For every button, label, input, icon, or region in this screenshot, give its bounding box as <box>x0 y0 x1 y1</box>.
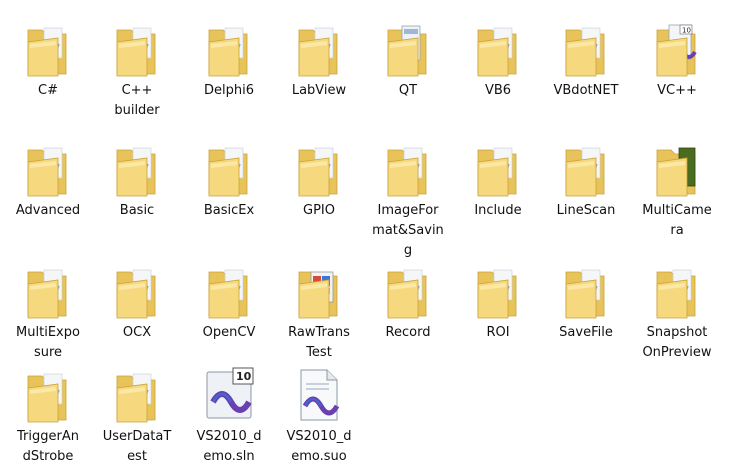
file-item-label: VS2010_d emo.sln <box>196 429 262 464</box>
file-item-label: MultiExpo sure <box>16 325 80 360</box>
file-item-ocx[interactable]: OCX <box>92 262 182 343</box>
file-item-label: Advanced <box>15 203 81 218</box>
folder-icon <box>470 262 526 320</box>
folder-icon <box>109 262 165 320</box>
file-grid: C# C++ builder Delphi6 LabView QT VB6 VB… <box>0 0 750 470</box>
file-item-label: LineScan <box>556 203 616 218</box>
file-item-vbdotnet[interactable]: VBdotNET <box>541 20 631 101</box>
file-item-label: C# <box>38 83 58 98</box>
file-item-triggerandstrobe[interactable]: TriggerAn dStrobe <box>3 366 93 467</box>
file-item-c[interactable]: C# <box>3 20 93 101</box>
file-item-label: VB6 <box>484 83 512 98</box>
folder-icon <box>201 262 257 320</box>
file-item-linescan[interactable]: LineScan <box>541 140 631 221</box>
file-item-label: Snapshot OnPreview <box>642 325 712 360</box>
file-item-label: C++ builder <box>114 83 160 118</box>
svg-text:10: 10 <box>682 27 691 35</box>
folder-icon <box>291 140 347 198</box>
folder-icon <box>109 366 165 424</box>
file-item-include[interactable]: Include <box>453 140 543 221</box>
explorer-file-view: C# C++ builder Delphi6 LabView QT VB6 VB… <box>0 0 750 470</box>
folder-with-green-doc-icon <box>649 140 705 198</box>
file-item-labview[interactable]: LabView <box>274 20 364 101</box>
file-item-userdatatest[interactable]: UserDataT est <box>92 366 182 467</box>
folder-icon <box>291 20 347 78</box>
file-item-rawtranstest[interactable]: RawTrans Test <box>274 262 364 363</box>
file-item-vs2010-demo-sln[interactable]: 10 VS2010_d emo.sln <box>184 366 274 467</box>
folder-icon <box>20 20 76 78</box>
file-item-label: ImageFor mat&Savin g <box>372 203 444 258</box>
file-item-label: TriggerAn dStrobe <box>17 429 79 464</box>
file-item-label: UserDataT est <box>102 429 172 464</box>
file-item-label: Include <box>474 203 522 218</box>
file-item-label: BasicEx <box>203 203 255 218</box>
file-item-opencv[interactable]: OpenCV <box>184 262 274 343</box>
folder-icon <box>380 140 436 198</box>
file-item-multicamera[interactable]: MultiCame ra <box>632 140 722 241</box>
file-item-basic[interactable]: Basic <box>92 140 182 221</box>
folder-icon <box>20 140 76 198</box>
file-item-label: VBdotNET <box>553 83 619 98</box>
file-item-qt[interactable]: QT <box>363 20 453 101</box>
folder-icon <box>20 262 76 320</box>
file-item-label: RawTrans Test <box>288 325 350 360</box>
file-item-label: LabView <box>291 83 347 98</box>
file-item-label: ROI <box>486 325 510 340</box>
file-item-c-builder[interactable]: C++ builder <box>92 20 182 121</box>
folder-icon <box>470 20 526 78</box>
file-item-vc[interactable]: 10 VC++ <box>632 20 722 101</box>
file-item-label: GPIO <box>303 203 335 218</box>
svg-text:10: 10 <box>236 370 252 383</box>
file-item-savefile[interactable]: SaveFile <box>541 262 631 343</box>
file-item-label: VC++ <box>657 83 697 98</box>
folder-icon <box>558 262 614 320</box>
folder-icon <box>201 140 257 198</box>
folder-icon <box>380 262 436 320</box>
file-item-label: Record <box>385 325 431 340</box>
file-item-label: QT <box>398 83 418 98</box>
file-item-label: MultiCame ra <box>642 203 712 238</box>
file-item-snapshotonpreview[interactable]: Snapshot OnPreview <box>632 262 722 363</box>
file-item-label: Basic <box>119 203 155 218</box>
file-item-gpio[interactable]: GPIO <box>274 140 364 221</box>
folder-icon <box>201 20 257 78</box>
folder-icon <box>109 140 165 198</box>
folder-icon <box>558 140 614 198</box>
folder-with-file-icon <box>380 20 436 78</box>
file-item-label: OCX <box>122 325 152 340</box>
vs-solution-icon: 10 <box>201 366 257 424</box>
folder-with-app-icon <box>291 262 347 320</box>
file-item-roi[interactable]: ROI <box>453 262 543 343</box>
file-item-label: SaveFile <box>559 325 613 340</box>
file-item-delphi6[interactable]: Delphi6 <box>184 20 274 101</box>
file-item-label: OpenCV <box>202 325 256 340</box>
folder-icon <box>20 366 76 424</box>
file-item-label: VS2010_d emo.suo <box>286 429 352 464</box>
folder-icon <box>558 20 614 78</box>
file-item-vs2010-demo-suo[interactable]: VS2010_d emo.suo <box>274 366 364 467</box>
file-item-label: Delphi6 <box>204 83 254 98</box>
file-item-imageformat-saving[interactable]: ImageFor mat&Savin g <box>363 140 453 261</box>
folder-icon <box>649 262 705 320</box>
file-item-multiexposure[interactable]: MultiExpo sure <box>3 262 93 363</box>
folder-icon <box>109 20 165 78</box>
folder-with-vs-icon: 10 <box>649 20 705 78</box>
file-item-basicex[interactable]: BasicEx <box>184 140 274 221</box>
file-item-record[interactable]: Record <box>363 262 453 343</box>
file-item-advanced[interactable]: Advanced <box>3 140 93 221</box>
file-item-vb6[interactable]: VB6 <box>453 20 543 101</box>
vs-suo-file-icon <box>291 366 347 424</box>
folder-icon <box>470 140 526 198</box>
